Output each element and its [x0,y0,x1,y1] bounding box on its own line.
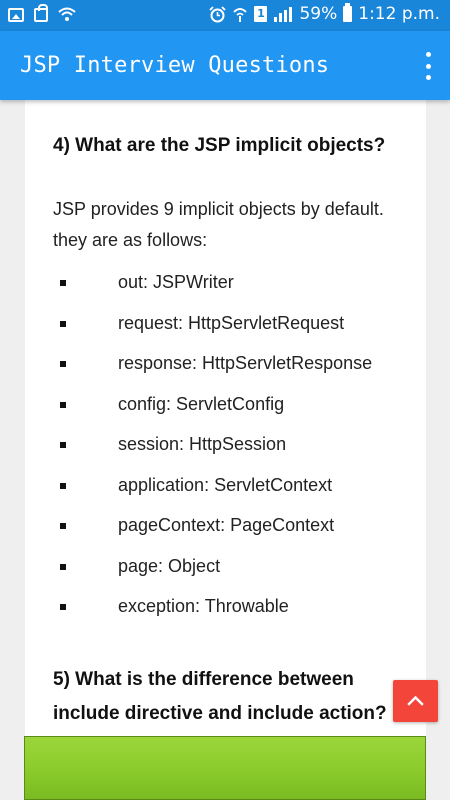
intro-paragraph: JSP provides 9 implicit objects by defau… [53,199,384,250]
page-title: JSP Interview Questions [20,53,330,78]
question-heading: 5) What is the difference between includ… [53,669,387,724]
clock: 1:12 p.m. [358,4,440,24]
signal-icon [274,6,293,22]
bullet-icon [60,563,66,570]
list-item: session: HttpSession [53,426,372,467]
bullet-icon [60,523,66,529]
list-item: config: ServletConfig [53,386,372,427]
wifi-icon [58,7,76,21]
list-item: application: ServletContext [53,467,372,508]
battery-percent: 59% [299,4,338,24]
image-icon [8,7,24,22]
bullet-icon [60,401,66,408]
list-item: pageContext: PageContext [53,507,372,548]
list-item: out: JSPWriter [53,264,372,305]
ad-banner[interactable] [24,736,426,800]
sim-icon: 1 [254,6,268,22]
list-item: page: Object [53,548,372,589]
alarm-icon [209,5,227,22]
list-item: response: HttpServletResponse [53,345,372,386]
bullet-icon [60,442,66,448]
overflow-menu-icon[interactable] [420,52,436,80]
bullet-icon [60,604,66,610]
content-card: 4) What are the JSP implicit objects? JS… [25,100,426,736]
bullet-icon [60,280,66,286]
scroll-to-top-button[interactable] [393,680,438,722]
chevron-up-icon [407,695,424,706]
implicit-objects-list: out: JSPWriter request: HttpServletReque… [53,264,372,629]
list-item: exception: Throwable [53,588,372,629]
bullet-icon [60,361,66,367]
hotspot-icon [233,7,248,22]
app-bar: JSP Interview Questions [0,31,450,100]
bullet-icon [60,320,66,327]
bag-icon [34,3,48,22]
question-heading: 4) What are the JSP implicit objects? [53,135,386,156]
list-item: request: HttpServletRequest [53,305,372,346]
bullet-icon [60,482,66,489]
battery-icon [343,3,353,22]
status-bar: 1 59% 1:12 p.m. [0,0,450,31]
